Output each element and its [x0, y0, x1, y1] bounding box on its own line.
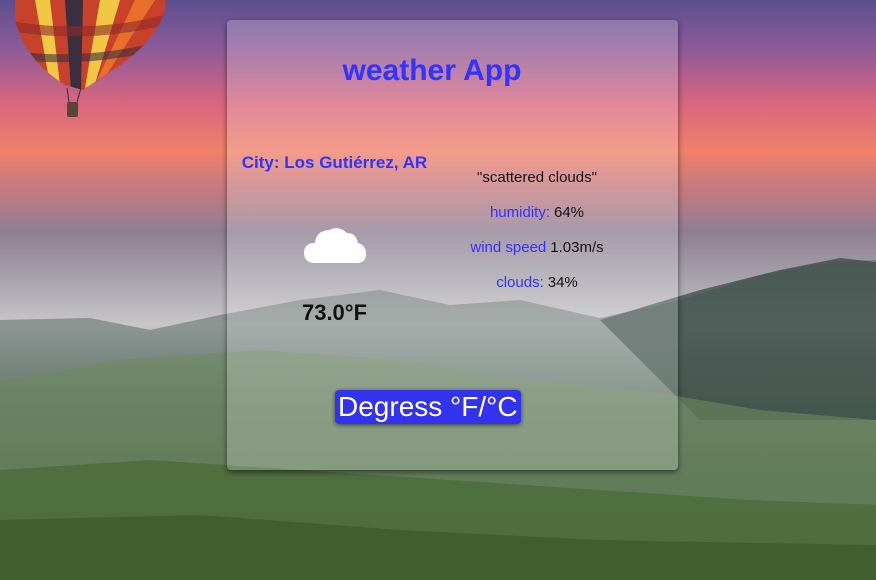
humidity-row: humidity: 64% — [447, 203, 627, 238]
humidity-value: 64% — [554, 204, 585, 221]
humidity-label: humidity: — [489, 204, 550, 221]
weather-details: "scattered clouds" humidity: 64% wind spe… — [447, 168, 627, 308]
wind-speed-row: wind speed 1.03m/s — [447, 238, 627, 273]
weather-description-row: "scattered clouds" — [447, 168, 627, 203]
clouds-label: clouds: — [496, 274, 544, 291]
unit-toggle-button[interactable]: Degress °F/°C — [335, 390, 521, 424]
hot-air-balloon-image — [15, 0, 165, 117]
app-title: weather App — [342, 54, 522, 87]
clouds-row: clouds: 34% — [447, 273, 627, 308]
cloud-icon — [304, 228, 366, 263]
wind-speed-label: wind speed — [470, 239, 547, 256]
weather-card: weather App City: Los Gutiérrez, AR 73.0… — [227, 20, 678, 470]
city-name: City: Los Gutiérrez, AR — [241, 153, 428, 172]
weather-description: "scattered clouds" — [477, 169, 597, 186]
wind-speed-value: 1.03m/s — [550, 239, 604, 256]
temperature: 73.0°F — [301, 300, 368, 325]
clouds-value: 34% — [547, 274, 578, 291]
